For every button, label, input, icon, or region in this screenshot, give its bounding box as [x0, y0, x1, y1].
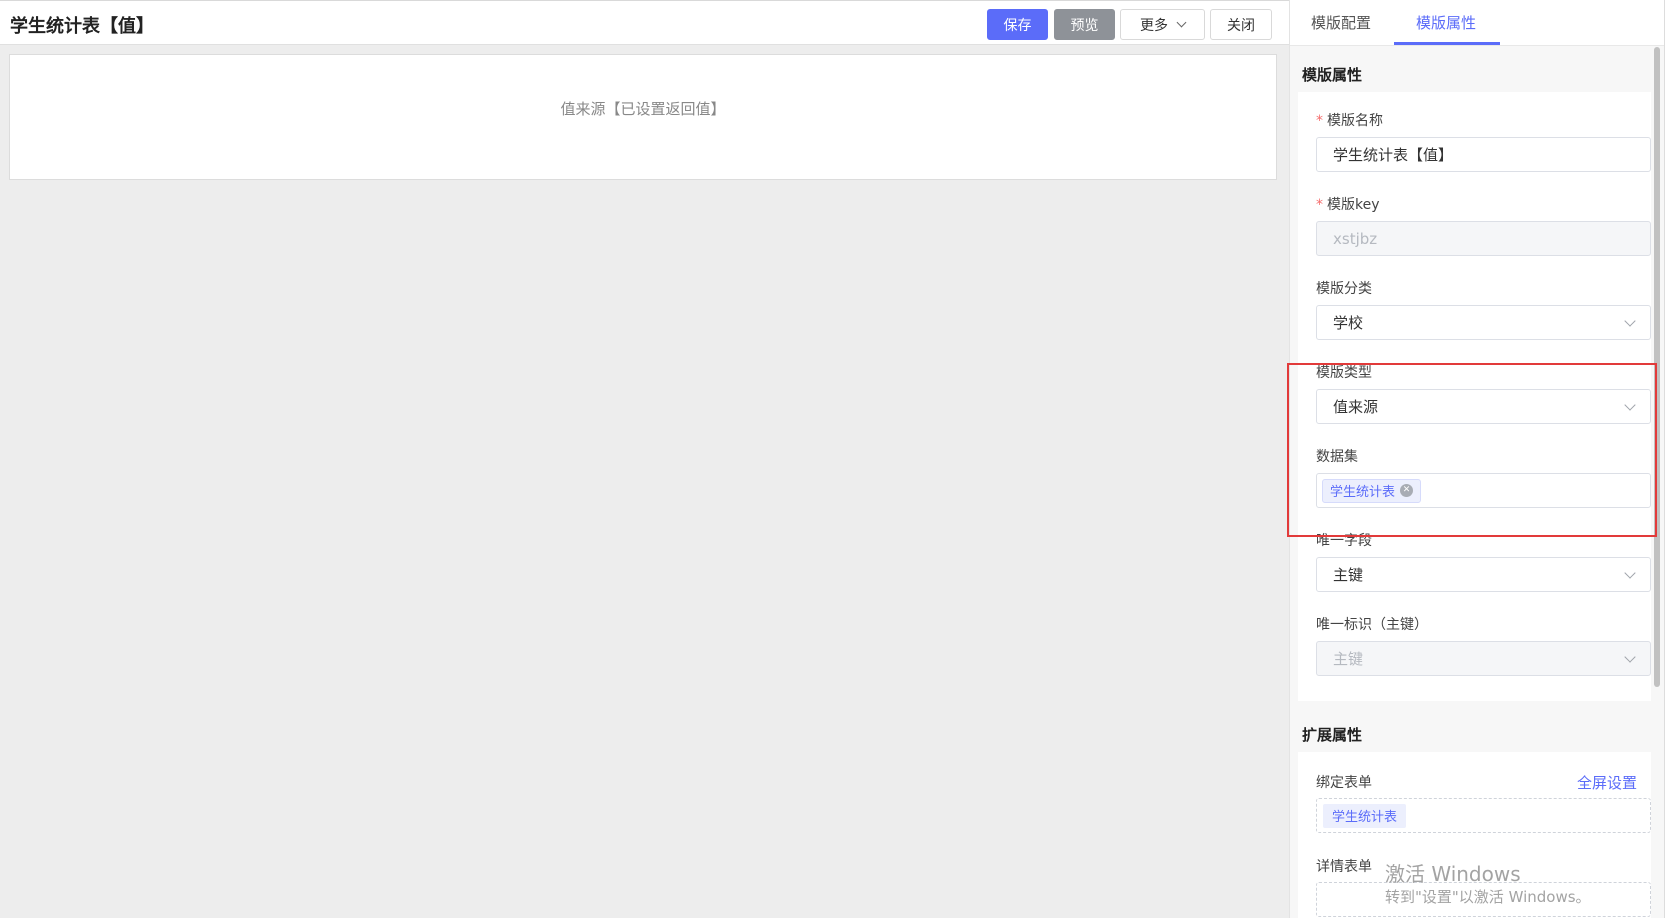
- template-key-label: * 模版key: [1316, 197, 1380, 213]
- ext-props-title: 扩展属性: [1302, 726, 1363, 744]
- tab-template-properties[interactable]: 模版属性: [1416, 12, 1476, 33]
- template-canvas[interactable]: 值来源【已设置返回值】: [9, 54, 1277, 180]
- activate-windows-subtitle: 转到"设置"以激活 Windows。: [1385, 888, 1591, 906]
- activate-windows-title: 激活 Windows: [1385, 862, 1521, 886]
- preview-button[interactable]: 预览: [1054, 9, 1115, 40]
- window-edge: [1664, 0, 1675, 918]
- bind-form-label: 绑定表单: [1316, 775, 1372, 791]
- save-button[interactable]: 保存: [987, 9, 1048, 40]
- template-category-select[interactable]: 学校: [1316, 305, 1651, 340]
- template-category-value: 学校: [1333, 314, 1364, 332]
- unique-field-value: 主键: [1333, 566, 1364, 584]
- bind-form-tag[interactable]: 学生统计表: [1323, 803, 1407, 828]
- template-key-input: xstjbz: [1316, 221, 1651, 256]
- detail-form-label: 详情表单: [1316, 859, 1372, 875]
- unique-field-select[interactable]: 主键: [1316, 557, 1651, 592]
- highlight-box: [1287, 363, 1657, 537]
- bind-form-box[interactable]: 学生统计表: [1316, 798, 1651, 833]
- more-dropdown-button[interactable]: 更多: [1120, 9, 1205, 40]
- template-props-title: 模版属性: [1302, 66, 1363, 84]
- top-toolbar: 学生统计表【值】 保存 预览 更多 关闭: [0, 0, 1289, 45]
- more-label: 更多: [1140, 17, 1168, 34]
- chevron-down-icon: [1176, 17, 1187, 28]
- tab-template-config[interactable]: 模版配置: [1311, 12, 1371, 33]
- template-name-label: * 模版名称: [1316, 113, 1383, 129]
- close-button[interactable]: 关闭: [1210, 9, 1272, 40]
- fullscreen-settings-link[interactable]: 全屏设置: [1577, 772, 1637, 793]
- panel-tabs: 模版配置 模版属性: [1290, 0, 1664, 46]
- unique-id-value: 主键: [1333, 650, 1364, 668]
- chevron-down-icon: [1624, 651, 1636, 663]
- template-name-input[interactable]: 学生统计表【值】: [1316, 137, 1651, 172]
- template-category-label: 模版分类: [1316, 281, 1372, 297]
- page-title: 学生统计表【值】: [10, 16, 154, 37]
- chevron-down-icon: [1624, 315, 1636, 327]
- chevron-down-icon: [1624, 567, 1636, 579]
- unique-id-select: 主键: [1316, 641, 1651, 676]
- canvas-placeholder: 值来源【已设置返回值】: [560, 100, 726, 118]
- unique-id-label: 唯一标识（主键）: [1316, 617, 1428, 633]
- active-tab-indicator: [1394, 42, 1500, 45]
